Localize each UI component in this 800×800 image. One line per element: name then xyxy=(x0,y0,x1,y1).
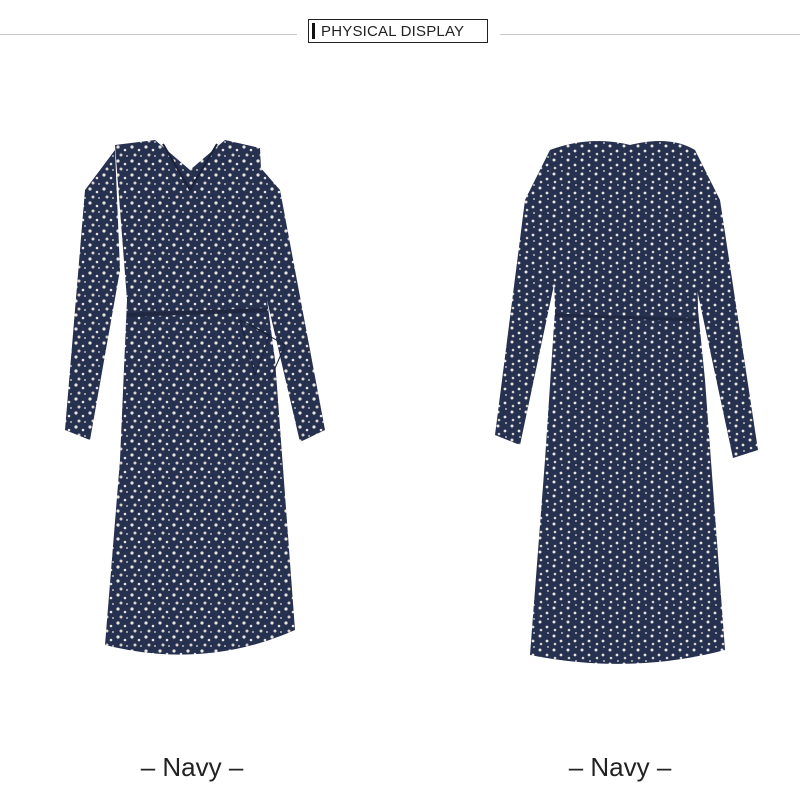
header-divider-left xyxy=(0,34,297,35)
badge-accent-bar xyxy=(312,23,315,39)
color-caption-back: – Navy – xyxy=(568,752,672,782)
dress-back-illustration xyxy=(495,141,758,664)
dress-back-photo xyxy=(480,130,780,690)
dress-front-illustration xyxy=(65,140,325,655)
dress-front-photo xyxy=(45,130,345,690)
color-caption-front: – Navy – xyxy=(140,752,244,782)
section-title: PHYSICAL DISPLAY xyxy=(321,23,465,40)
header-divider-right xyxy=(500,34,800,35)
section-badge: PHYSICAL DISPLAY xyxy=(308,19,488,43)
